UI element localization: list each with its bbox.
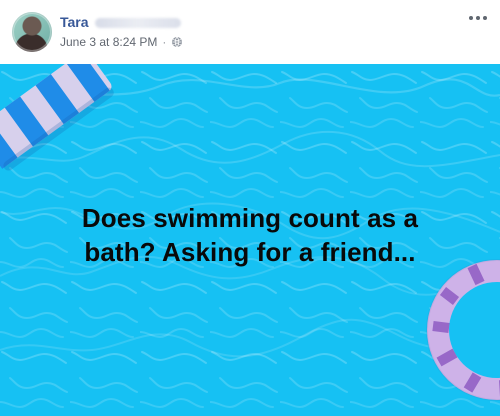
post-timestamp[interactable]: June 3 at 8:24 PM <box>60 34 157 50</box>
status-text: Does swimming count as a bath? Asking fo… <box>81 203 419 267</box>
dot-2 <box>476 16 480 20</box>
facebook-post: Tara June 3 at 8:24 PM · Does swimming c… <box>0 0 500 416</box>
more-horizontal-icon <box>469 16 487 20</box>
avatar-ring <box>12 12 52 52</box>
blurred-surname <box>94 17 181 28</box>
post-meta: June 3 at 8:24 PM · <box>60 34 183 50</box>
dot-3 <box>483 16 487 20</box>
status-background-card: Does swimming count as a bath? Asking fo… <box>0 64 500 416</box>
meta-separator: · <box>162 35 167 49</box>
profile-avatar[interactable] <box>12 12 52 52</box>
author-name-link[interactable]: Tara <box>60 13 89 31</box>
author-line: Tara <box>60 13 181 31</box>
dot-1 <box>469 16 473 20</box>
post-options-button[interactable] <box>464 6 492 30</box>
globe-icon[interactable] <box>171 36 183 48</box>
post-header: Tara June 3 at 8:24 PM · <box>0 0 500 64</box>
